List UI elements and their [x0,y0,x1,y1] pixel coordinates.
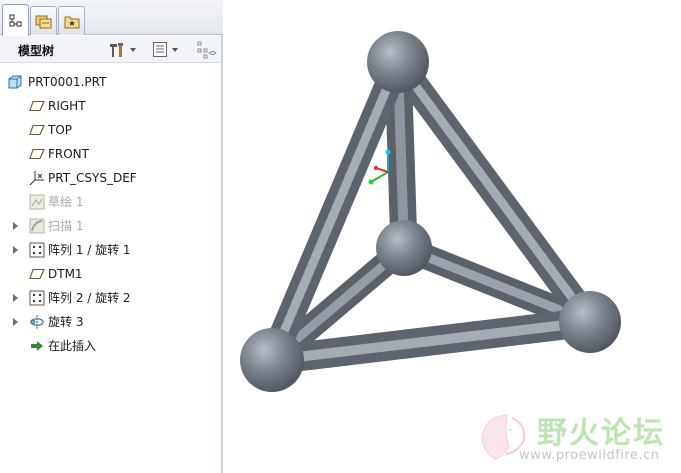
tree-item-right[interactable]: RIGHT [0,94,221,118]
watermark-url: www.proewildfire.cn [519,448,660,463]
tree-item-label: 在此插入 [48,339,97,353]
list-icon [153,42,167,57]
tree-item-pattern-1[interactable]: 阵列 1 / 旋转 1 [0,238,221,262]
favorites-icon [64,16,79,28]
tree-item-revolve-3[interactable]: 旋转 3 [0,310,221,334]
model-tree-toolbar: 模型树 [0,36,221,63]
expand-arrow-icon[interactable] [13,246,18,254]
tree-item-label: 阵列 2 / 旋转 2 [48,291,131,305]
navigator-tabstrip [0,0,223,36]
navigator-panel: 模型树 PRT0001.PRT RIGHT TOP FRONT PRT_CSYS… [0,0,223,473]
pattern-icon [29,290,45,306]
tree-item-insert-here[interactable]: 在此插入 [0,334,221,358]
folder-browser-tab[interactable] [30,6,57,35]
tree-item-label: PRT_CSYS_DEF [48,171,137,185]
tree-item-label: 扫描 1 [48,219,84,233]
tetrahedron-frame-model [240,31,621,460]
datum-plane-icon [29,98,45,114]
top-node [367,31,429,93]
filter-button[interactable] [197,39,217,60]
expand-arrow-icon[interactable] [13,222,18,230]
datum-plane-icon [29,122,45,138]
csys-icon [29,170,45,186]
sketch-icon [29,194,45,210]
pattern-icon [29,242,45,258]
expand-arrow-icon[interactable] [13,318,18,326]
model-tree-title: 模型树 [18,44,55,58]
right-node [559,291,621,353]
tree-root-label: PRT0001.PRT [28,75,107,89]
datum-plane-icon [29,266,45,282]
watermark-title: 野火论坛 [537,416,665,451]
expand-arrow-icon[interactable] [13,294,18,302]
tree-item-label: FRONT [48,147,89,161]
left-node [240,328,304,392]
filter-icon [197,41,217,58]
tree-item-label: DTM1 [48,267,83,281]
datum-plane-icon [29,146,45,162]
graphics-viewport[interactable]: 野火论坛 www.proewildfire.cn [224,0,681,473]
show-menu-button[interactable] [152,39,178,60]
back-node [376,220,432,276]
tree-item-front[interactable]: FRONT [0,142,221,166]
settings-menu-button[interactable] [108,39,136,60]
watermark-logo [482,414,526,460]
tree-item-top[interactable]: TOP [0,118,221,142]
model-tree: PRT0001.PRT RIGHT TOP FRONT PRT_CSYS_DEF… [0,70,221,358]
part-icon [7,74,23,90]
tree-root-item[interactable]: PRT0001.PRT [0,70,221,94]
tree-item-dtm1[interactable]: DTM1 [0,262,221,286]
insert-here-arrow-icon [29,338,45,354]
sweep-icon [29,218,45,234]
tree-item-label: 旋转 3 [48,315,84,329]
model-tree-icon [9,14,21,26]
tree-item-csys[interactable]: PRT_CSYS_DEF [0,166,221,190]
folder-browser-icon [35,15,51,29]
model-tree-tab[interactable] [2,4,29,36]
tree-item-label: RIGHT [48,99,86,113]
chevron-down-icon [172,47,178,52]
tree-item-label: 草绘 1 [48,195,84,209]
tree-item-label: 阵列 1 / 旋转 1 [48,243,131,257]
favorites-tab[interactable] [58,6,85,35]
tree-item-label: TOP [48,123,73,137]
revolve-icon [29,314,45,330]
tree-item-sketch-1[interactable]: 草绘 1 [0,190,221,214]
tools-icon [110,42,123,57]
tree-item-sweep-1[interactable]: 扫描 1 [0,214,221,238]
tree-item-pattern-2[interactable]: 阵列 2 / 旋转 2 [0,286,221,310]
chevron-down-icon [130,47,136,52]
